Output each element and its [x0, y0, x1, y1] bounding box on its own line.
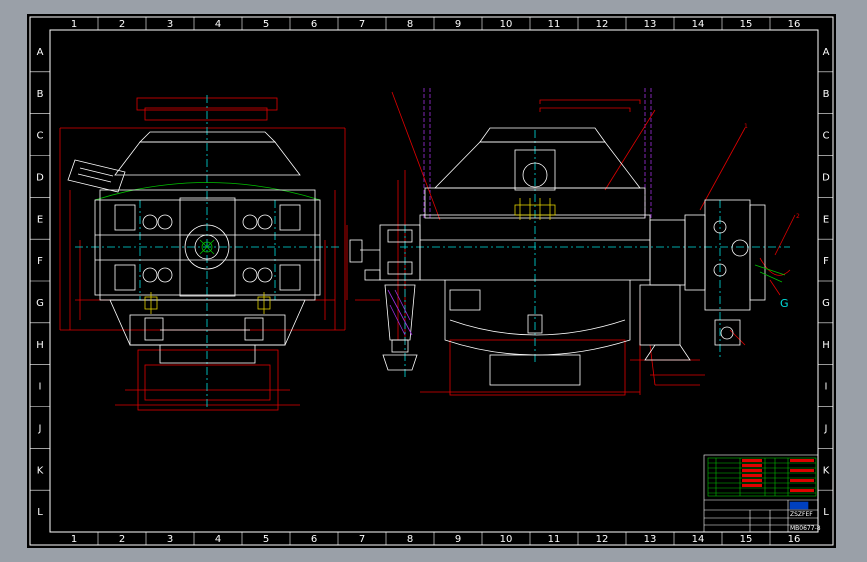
column-label: 15	[740, 534, 753, 545]
row-label: C	[37, 131, 44, 142]
column-label: 12	[596, 534, 609, 545]
row-label: G	[822, 298, 830, 309]
column-label: 13	[644, 19, 657, 30]
column-label: 10	[500, 534, 513, 545]
title-block-drawing-number: MB0677-8	[790, 525, 821, 532]
row-label: D	[36, 172, 44, 183]
column-label: 4	[215, 19, 221, 30]
row-label: L	[823, 507, 829, 518]
callout-g: G	[780, 297, 789, 310]
column-label: 6	[311, 534, 317, 545]
row-label: F	[37, 256, 43, 267]
row-label: J	[38, 423, 42, 434]
row-label: A	[37, 47, 44, 58]
row-label: A	[823, 47, 830, 58]
row-label: B	[37, 89, 44, 100]
row-label: H	[822, 340, 830, 351]
callout-item-2: 2	[796, 213, 800, 220]
column-label: 3	[167, 19, 173, 30]
column-label: 1	[71, 534, 77, 545]
title-block-code: ZSZFEF	[790, 511, 813, 518]
column-label: 8	[407, 534, 413, 545]
column-label: 15	[740, 19, 753, 30]
row-label: C	[823, 131, 830, 142]
row-label: D	[822, 172, 830, 183]
column-label: 3	[167, 534, 173, 545]
column-label: 9	[455, 534, 461, 545]
column-label: 5	[263, 19, 269, 30]
row-label: I	[825, 382, 828, 393]
title-block-logo	[789, 501, 809, 510]
callout-item-1: 1	[744, 123, 748, 130]
column-label: 6	[311, 19, 317, 30]
column-label: 11	[548, 19, 561, 30]
row-label: B	[823, 89, 830, 100]
column-label: 12	[596, 19, 609, 30]
column-label: 9	[455, 19, 461, 30]
column-label: 10	[500, 19, 513, 30]
column-label: 7	[359, 19, 365, 30]
cad-drawing-canvas: 1 2 3 4 5 6 7 8 9 10 11 12 13 14 15 16 1 2 3 4 5 6 7 8 9 10 11 12 1…	[0, 0, 867, 562]
column-label: 1	[71, 19, 77, 30]
row-label: K	[823, 465, 830, 476]
row-label: G	[36, 298, 44, 309]
column-label: 8	[407, 19, 413, 30]
row-label: E	[37, 214, 43, 225]
column-label: 16	[788, 19, 801, 30]
row-label: J	[824, 423, 828, 434]
row-label: F	[823, 256, 829, 267]
column-label: 13	[644, 534, 657, 545]
row-label: L	[37, 507, 43, 518]
row-label: I	[39, 382, 42, 393]
column-label: 7	[359, 534, 365, 545]
column-label: 11	[548, 534, 561, 545]
column-label: 14	[692, 19, 705, 30]
column-label: 2	[119, 534, 125, 545]
left-view-center-shaft	[199, 239, 215, 255]
column-label: 16	[788, 534, 801, 545]
row-label: E	[823, 214, 829, 225]
column-label: 14	[692, 534, 705, 545]
row-label: K	[37, 465, 44, 476]
column-label: 2	[119, 19, 125, 30]
column-label: 5	[263, 534, 269, 545]
row-label: H	[36, 340, 44, 351]
column-label: 4	[215, 534, 221, 545]
